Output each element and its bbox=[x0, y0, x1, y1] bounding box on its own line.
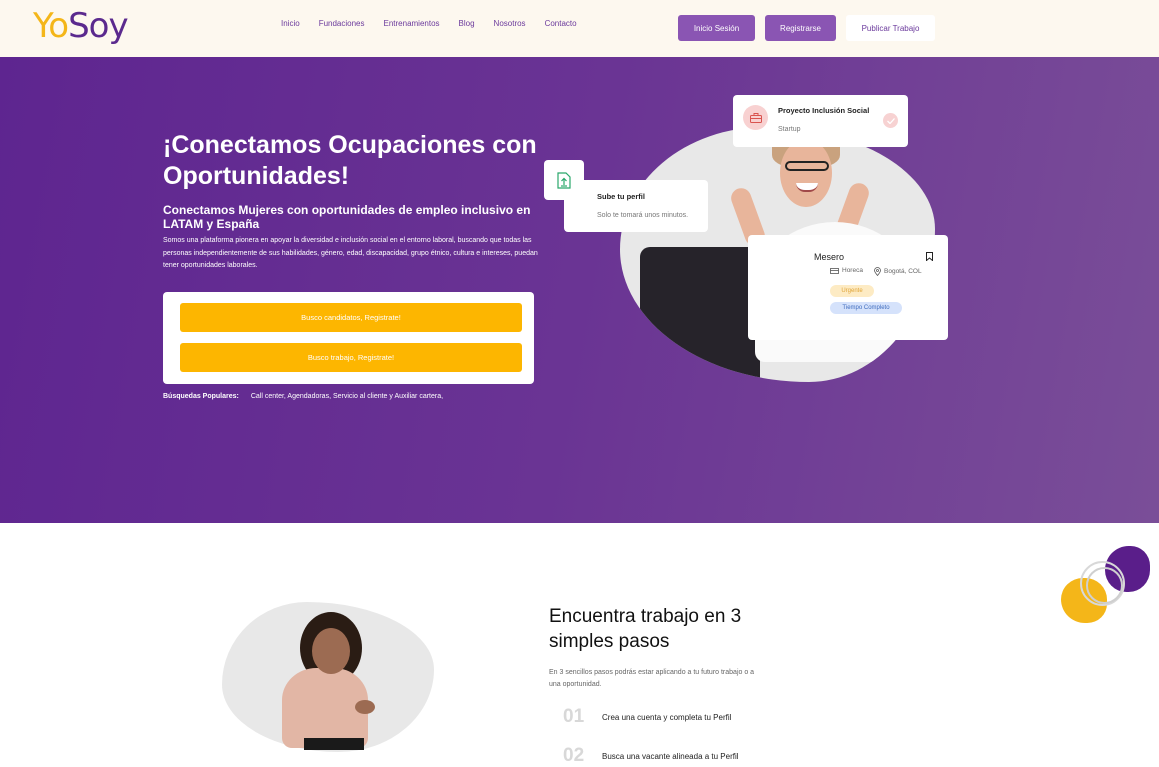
site-header: YoSoy Inicio Fundaciones Entrenamientos … bbox=[0, 0, 1159, 57]
step-text: Crea una cuenta y completa tu Perfil bbox=[602, 712, 732, 722]
step-number: 02 bbox=[563, 745, 585, 766]
face-illustration bbox=[312, 628, 350, 674]
job-card[interactable]: Mesero Horeca Bogotá, COL Urgente Tiempo… bbox=[748, 235, 948, 340]
fulltime-tag: Tiempo Completo bbox=[830, 302, 902, 314]
briefcase-icon bbox=[743, 105, 768, 130]
step-item: 02 Busca una vacante alineada a tu Perfi… bbox=[563, 745, 739, 767]
project-title: Proyecto Inclusión Social bbox=[778, 106, 870, 115]
main-nav: Inicio Fundaciones Entrenamientos Blog N… bbox=[281, 19, 596, 28]
nav-inicio[interactable]: Inicio bbox=[281, 19, 300, 28]
hero-subtitle: Conectamos Mujeres con oportunidades de … bbox=[163, 203, 531, 231]
nav-fundaciones[interactable]: Fundaciones bbox=[319, 19, 365, 28]
hero-title: ¡Conectamos Ocupaciones con Oportunidade… bbox=[163, 131, 537, 190]
find-job-button[interactable]: Busco trabajo, Registrate! bbox=[180, 343, 522, 372]
nav-nosotros[interactable]: Nosotros bbox=[494, 19, 526, 28]
project-card: Proyecto Inclusión Social Startup bbox=[733, 95, 908, 147]
logo[interactable]: YoSoy bbox=[33, 6, 129, 46]
category-icon bbox=[830, 268, 839, 274]
decorative-ring bbox=[1086, 567, 1123, 604]
glasses-illustration bbox=[785, 161, 829, 171]
find-candidates-button[interactable]: Busco candidatos, Registrate! bbox=[180, 303, 522, 332]
laptop-background bbox=[640, 247, 760, 382]
hero-description: Somos una plataforma pionera en apoyar l… bbox=[163, 237, 538, 269]
register-button[interactable]: Registrarse bbox=[765, 15, 836, 41]
job-category: Horeca bbox=[830, 267, 863, 274]
steps-title: Encuentra trabajo en 3 simples pasos bbox=[549, 606, 742, 652]
publish-job-button[interactable]: Publicar Trabajo bbox=[846, 15, 935, 41]
nav-contacto[interactable]: Contacto bbox=[545, 19, 577, 28]
location-icon bbox=[874, 267, 881, 276]
upload-profile-card[interactable]: Sube tu perfil Solo te tomará unos minut… bbox=[564, 180, 708, 232]
upload-subtitle: Solo te tomará unos minutos. bbox=[597, 212, 689, 219]
nav-entrenamientos[interactable]: Entrenamientos bbox=[384, 19, 440, 28]
popular-searches: Búsquedas Populares: Call center, Agendad… bbox=[163, 393, 443, 400]
upload-icon[interactable] bbox=[544, 160, 584, 200]
bookmark-icon[interactable] bbox=[926, 248, 933, 266]
project-subtitle: Startup bbox=[778, 126, 801, 133]
step-number: 01 bbox=[563, 706, 585, 727]
hero-section: ¡Conectamos Ocupaciones con Oportunidade… bbox=[0, 57, 1159, 523]
face-illustration bbox=[780, 139, 832, 207]
check-icon bbox=[883, 113, 898, 128]
step-text: Busca una vacante alineada a tu Perfil bbox=[602, 751, 739, 761]
popular-searches-label: Búsquedas Populares: bbox=[163, 393, 239, 400]
steps-description: En 3 sencillos pasos podrás estar aplica… bbox=[549, 669, 755, 688]
job-title: Mesero bbox=[814, 252, 845, 262]
cta-box: Busco candidatos, Registrate! Busco trab… bbox=[163, 292, 534, 384]
nav-blog[interactable]: Blog bbox=[459, 19, 475, 28]
upload-title: Sube tu perfil bbox=[597, 192, 645, 201]
hand-illustration bbox=[355, 700, 375, 714]
pants-illustration bbox=[304, 738, 364, 750]
login-button[interactable]: Inicio Sesión bbox=[678, 15, 755, 41]
popular-searches-values[interactable]: Call center, Agendadoras, Servicio al cl… bbox=[251, 393, 443, 400]
step-item: 01 Crea una cuenta y completa tu Perfil bbox=[563, 706, 731, 728]
urgent-tag: Urgente bbox=[830, 285, 874, 297]
job-location: Bogotá, COL bbox=[874, 267, 922, 276]
